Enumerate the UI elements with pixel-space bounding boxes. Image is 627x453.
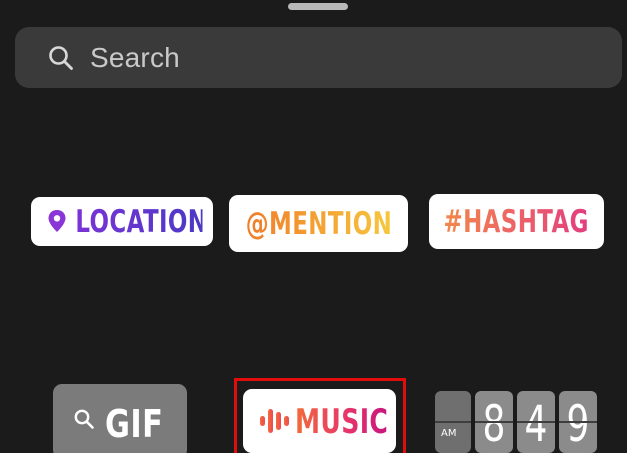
search-icon (73, 408, 95, 430)
clock-digit: 8 (475, 391, 513, 453)
music-label: MUSIC (295, 402, 389, 442)
gif-label: GIF (105, 402, 164, 446)
mention-sticker[interactable]: @MENTION (229, 195, 408, 252)
sticker-tray: Search LOCATION @MENTION #HASHTAG GIF MU… (0, 0, 627, 453)
mention-label: @MENTION (245, 205, 392, 242)
hashtag-sticker[interactable]: #HASHTAG (429, 194, 604, 249)
location-sticker[interactable]: LOCATION (31, 197, 213, 246)
music-bars-icon (259, 407, 293, 435)
hashtag-label: #HASHTAG (443, 203, 590, 240)
location-label: LOCATION (75, 203, 208, 240)
search-placeholder: Search (90, 41, 180, 73)
clock-ampm: AM (441, 428, 457, 439)
clock-sticker[interactable]: AM 8 4 9 (435, 391, 599, 453)
clock-ampm-flap: AM (435, 391, 471, 453)
location-pin-icon (47, 209, 67, 233)
search-input[interactable]: Search (15, 27, 622, 88)
clock-digit: 9 (559, 391, 597, 453)
gif-sticker[interactable]: GIF (53, 384, 187, 453)
music-sticker[interactable]: MUSIC (243, 389, 396, 453)
search-icon (48, 45, 74, 71)
drag-handle[interactable] (288, 3, 348, 10)
clock-digit: 4 (517, 391, 555, 453)
